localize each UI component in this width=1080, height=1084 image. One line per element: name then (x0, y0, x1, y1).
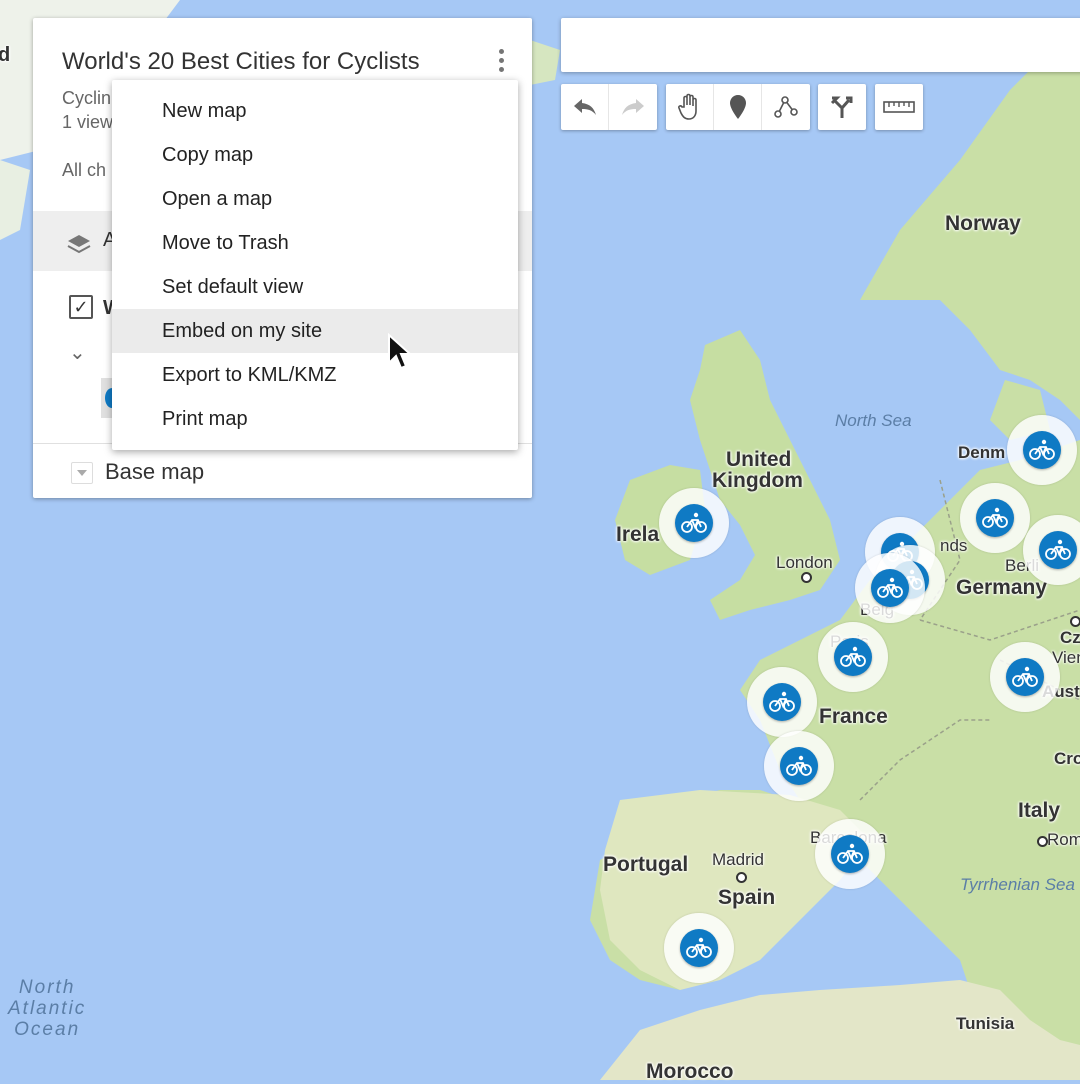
measure-group (875, 84, 923, 130)
undo-redo-group (561, 84, 657, 130)
country-label: Portugal (603, 853, 689, 876)
layers-icon (67, 235, 91, 254)
city-marker[interactable] (960, 483, 1030, 553)
directions-icon (830, 96, 853, 118)
marker-badge (1006, 658, 1044, 696)
marker-badge (1023, 431, 1061, 469)
city-marker[interactable] (659, 488, 729, 558)
marker-badge (871, 569, 909, 607)
country-label: Morocco (646, 1060, 734, 1083)
bicycle-icon (877, 577, 903, 598)
bicycle-icon (681, 512, 707, 533)
marker-badge (675, 504, 713, 542)
redo-button[interactable] (609, 84, 657, 130)
save-status: All ch (62, 160, 107, 180)
view-count: 1 view (62, 112, 114, 132)
bicycle-icon (786, 755, 812, 776)
base-map-toggle-icon[interactable] (71, 462, 93, 484)
undo-button[interactable] (561, 84, 609, 130)
menu-item-new-map[interactable]: New map (112, 89, 518, 133)
city-marker[interactable] (747, 667, 817, 737)
marker-badge (763, 683, 801, 721)
country-label: Cro (1054, 749, 1080, 768)
city-marker[interactable] (664, 913, 734, 983)
map-description: Cyclin (62, 88, 112, 108)
city-marker[interactable] (818, 622, 888, 692)
bicycle-icon (840, 646, 866, 667)
bicycle-icon (1029, 439, 1055, 460)
country-label: Irela (616, 523, 660, 546)
country-label: Germany (956, 576, 1048, 599)
city-label: London (776, 553, 833, 572)
chevron-down-icon[interactable]: ⌄ (69, 340, 86, 365)
map-options-menu: New map Copy map Open a map Move to Tras… (112, 80, 518, 450)
marker-badge (831, 835, 869, 873)
mouse-cursor-icon (388, 333, 413, 370)
country-label: Cz (1060, 628, 1080, 647)
city-dot (1070, 616, 1080, 627)
country-label: Spain (718, 886, 776, 909)
bicycle-icon (982, 507, 1008, 528)
undo-icon (573, 99, 596, 115)
bicycle-icon (1012, 666, 1038, 687)
menu-item-move-to-trash[interactable]: Move to Trash (112, 221, 518, 265)
sea-label: North Sea (835, 411, 912, 430)
city-dot (736, 872, 747, 883)
marker-icon (729, 95, 746, 119)
marker-badge (834, 638, 872, 676)
add-marker-button[interactable] (714, 84, 762, 130)
bicycle-icon (1045, 539, 1071, 560)
marker-badge (1039, 531, 1077, 569)
ocean-label: North Atlantic Ocean (8, 977, 87, 1040)
menu-item-set-default-view[interactable]: Set default view (112, 265, 518, 309)
measure-button[interactable] (875, 84, 923, 130)
directions-group (818, 84, 866, 130)
city-marker[interactable] (1007, 415, 1077, 485)
hand-icon (677, 93, 697, 120)
pan-tool-button[interactable] (666, 84, 714, 130)
menu-item-open-map[interactable]: Open a map (112, 177, 518, 221)
menu-item-print-map[interactable]: Print map (112, 397, 518, 441)
sea-label: Tyrrhenian Sea (960, 875, 1075, 894)
draw-line-button[interactable] (762, 84, 810, 130)
country-label: Italy (1018, 799, 1061, 822)
add-directions-button[interactable] (818, 84, 866, 130)
menu-item-copy-map[interactable]: Copy map (112, 133, 518, 177)
base-map-label[interactable]: Base map (105, 459, 204, 485)
bicycle-icon (769, 691, 795, 712)
city-marker[interactable] (855, 553, 925, 623)
marker-badge (680, 929, 718, 967)
country-label: Kingdom (712, 469, 803, 492)
ruler-icon (883, 101, 915, 113)
redo-icon (622, 99, 644, 115)
marker-badge (780, 747, 818, 785)
city-marker[interactable] (764, 731, 834, 801)
city-label: Rom (1047, 830, 1080, 849)
bicycle-icon (837, 843, 863, 864)
country-label: Denm (958, 443, 1006, 462)
search-box[interactable] (561, 18, 1080, 72)
layer-visibility-checkbox[interactable]: ✓ (69, 295, 93, 319)
draw-line-icon (774, 96, 798, 118)
city-marker[interactable] (990, 642, 1060, 712)
country-label: Norway (945, 212, 1021, 235)
bicycle-icon (686, 937, 712, 958)
menu-item-export-kml[interactable]: Export to KML/KMZ (112, 353, 518, 397)
country-label: Tunisia (956, 1014, 1015, 1033)
city-marker[interactable] (815, 819, 885, 889)
marker-badge (976, 499, 1014, 537)
country-label: France (819, 705, 888, 728)
map-title[interactable]: World's 20 Best Cities for Cyclists (62, 48, 420, 76)
city-label: nds (940, 536, 968, 555)
city-dot (1037, 836, 1048, 847)
city-label: Madrid (712, 850, 764, 869)
menu-item-embed[interactable]: Embed on my site (112, 309, 518, 353)
city-dot (801, 572, 812, 583)
partial-map-label: d (0, 44, 11, 66)
draw-tools-group (666, 84, 810, 130)
more-options-icon[interactable] (493, 46, 509, 76)
